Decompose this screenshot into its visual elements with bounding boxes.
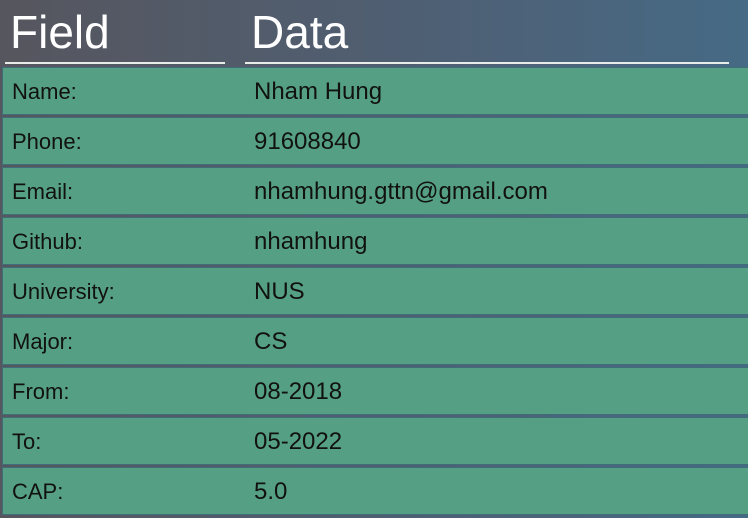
row-data-value: nhamhung.gttn@gmail.com <box>254 178 548 205</box>
table-header: Field Data <box>0 0 748 66</box>
row-data-value: NUS <box>254 278 305 305</box>
row-field-label: Major: <box>12 329 74 354</box>
row-data-value: 5.0 <box>254 478 288 505</box>
row-field-label: CAP: <box>12 479 64 504</box>
table-row-from[interactable]: From: 08-2018 <box>2 367 748 415</box>
table-row-github[interactable]: Github: nhamhung <box>2 217 748 265</box>
row-field-label: From: <box>12 379 70 404</box>
table-row-phone[interactable]: Phone: 91608840 <box>2 117 748 165</box>
row-field-label: Email: <box>12 179 74 204</box>
row-data-value: 08-2018 <box>254 378 343 405</box>
table-row-email[interactable]: Email: nhamhung.gttn@gmail.com <box>2 167 748 215</box>
row-data-value: nhamhung <box>254 228 368 255</box>
row-field-label: Github: <box>12 229 83 254</box>
table-row-cap[interactable]: CAP: 5.0 <box>2 467 748 515</box>
row-data-value: 91608840 <box>254 128 361 155</box>
row-data-value: CS <box>254 328 288 355</box>
row-data-value: Nham Hung <box>254 78 383 105</box>
row-field-label: Phone: <box>12 129 82 154</box>
data-column-header[interactable]: Data <box>245 0 729 64</box>
table-row-name[interactable]: Name: Nham Hung <box>2 67 748 115</box>
field-column-header[interactable]: Field <box>5 0 225 64</box>
profile-table: Name: Nham Hung Phone: 91608840 Email: n… <box>2 67 748 518</box>
row-data-value: 05-2022 <box>254 428 343 455</box>
row-field-label: University: <box>12 279 115 304</box>
row-field-label: Name: <box>12 79 77 104</box>
table-row-major[interactable]: Major: CS <box>2 317 748 365</box>
table-row-to[interactable]: To: 05-2022 <box>2 417 748 465</box>
row-field-label: To: <box>12 429 42 454</box>
table-row-university[interactable]: University: NUS <box>2 267 748 315</box>
